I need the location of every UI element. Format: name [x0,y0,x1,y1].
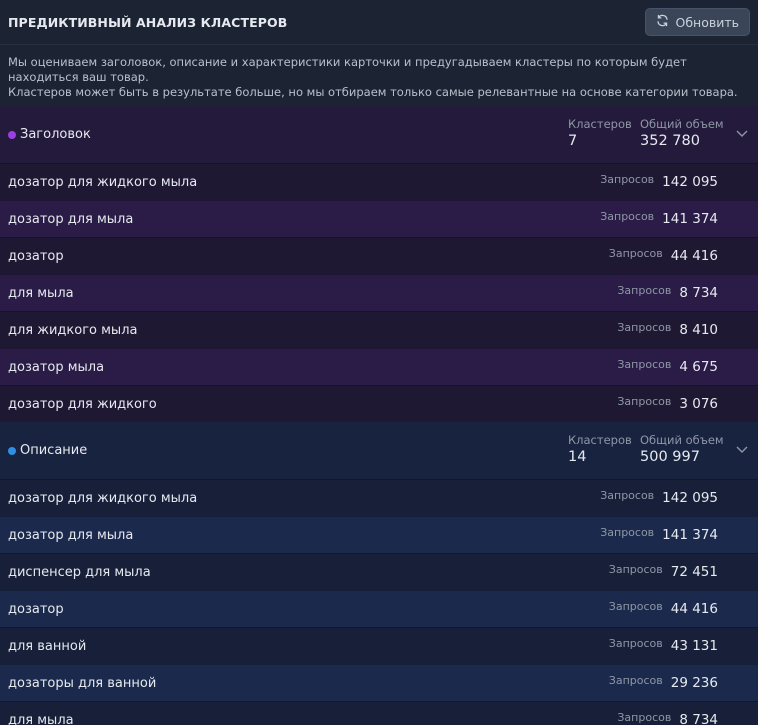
list-item: дозатор Запросов 44 416 [0,590,758,627]
list-item: дозатор для мыла Запросов 141 374 [0,516,758,553]
requests-value: 8 734 [679,285,718,301]
query-text: дозатор [8,248,64,264]
list-item: дозаторы для ванной Запросов 29 236 [0,664,758,701]
requests-value: 141 374 [662,527,718,543]
list-item: дозатор Запросов 44 416 [0,237,758,274]
query-text: дозатор для жидкого мыла [8,490,198,506]
query-text: дозатор для мыла [8,211,134,227]
requests-value: 142 095 [662,174,718,190]
clusters-label: Кластеров [568,433,632,447]
page-title: ПРЕДИКТИВНЫЙ АНАЛИЗ КЛАСТЕРОВ [8,14,288,30]
list-item: диспенсер для мыла Запросов 72 451 [0,553,758,590]
list-item: дозатор для жидкого мыла Запросов 142 095 [0,163,758,200]
query-text: для жидкого мыла [8,322,138,338]
requests-value: 4 675 [679,359,718,375]
requests-value: 44 416 [670,248,718,264]
query-text: дозаторы для ванной [8,675,157,691]
panel-header: ПРЕДИКТИВНЫЙ АНАЛИЗ КЛАСТЕРОВ Обновить [0,0,758,44]
chevron-down-icon[interactable] [736,444,748,454]
list-item: дозатор мыла Запросов 4 675 [0,348,758,385]
requests-label: Запросов [608,599,663,613]
requests-value: 141 374 [662,211,718,227]
requests-label: Запросов [617,710,672,724]
volume-value: 500 997 [640,449,700,465]
requests-label: Запросов [600,172,655,186]
requests-label: Запросов [600,525,655,539]
list-item: дозатор для мыла Запросов 141 374 [0,200,758,237]
group-name: Заголовок [20,127,91,142]
query-text: диспенсер для мыла [8,564,151,580]
refresh-label: Обновить [675,14,739,30]
query-text: для мыла [8,712,74,725]
group-header-title[interactable]: Заголовок Кластеров 7 Общий объем 352 78… [0,106,758,163]
volume-label: Общий объем [640,117,724,131]
clusters-stat: Кластеров 7 [568,117,632,149]
requests-label: Запросов [617,320,672,334]
requests-value: 29 236 [670,675,718,691]
volume-value: 352 780 [640,133,700,149]
query-text: для мыла [8,285,74,301]
requests-value: 44 416 [670,601,718,617]
clusters-count: 14 [568,449,587,465]
query-text: дозатор для мыла [8,527,134,543]
volume-stat: Общий объем 352 780 [640,117,724,149]
description: Мы оцениваем заголовок, описание и харак… [0,44,758,106]
query-text: дозатор для жидкого [8,396,157,412]
group-name: Описание [20,443,88,458]
requests-value: 8 410 [679,322,718,338]
query-text: дозатор мыла [8,359,105,375]
requests-value: 43 131 [670,638,718,654]
query-text: для ванной [8,638,87,654]
query-text: дозатор [8,601,64,617]
refresh-icon [656,14,669,30]
requests-label: Запросов [608,562,663,576]
refresh-button[interactable]: Обновить [645,8,750,36]
clusters-stat: Кластеров 14 [568,433,632,465]
chevron-down-icon[interactable] [736,128,748,138]
requests-label: Запросов [617,394,672,408]
list-item: дозатор для жидкого Запросов 3 076 [0,385,758,422]
list-item: для мыла Запросов 8 734 [0,274,758,311]
group-dot-icon [8,130,16,139]
query-text: дозатор для жидкого мыла [8,174,198,190]
requests-value: 3 076 [679,396,718,412]
group-header-description[interactable]: Описание Кластеров 14 Общий объем 500 99… [0,422,758,479]
list-item: для жидкого мыла Запросов 8 410 [0,311,758,348]
requests-label: Запросов [617,283,672,297]
description-line-2: Кластеров может быть в результате больше… [8,85,738,99]
requests-label: Запросов [600,209,655,223]
requests-label: Запросов [608,246,663,260]
requests-value: 8 734 [679,712,718,725]
clusters-label: Кластеров [568,117,632,131]
description-line-1: Мы оцениваем заголовок, описание и харак… [8,55,687,84]
requests-label: Запросов [600,488,655,502]
list-item: для мыла Запросов 8 734 [0,701,758,725]
list-item: дозатор для жидкого мыла Запросов 142 095 [0,479,758,516]
volume-label: Общий объем [640,433,724,447]
clusters-count: 7 [568,133,578,149]
volume-stat: Общий объем 500 997 [640,433,724,465]
requests-label: Запросов [608,636,663,650]
list-item: для ванной Запросов 43 131 [0,627,758,664]
requests-value: 142 095 [662,490,718,506]
requests-value: 72 451 [670,564,718,580]
group-dot-icon [8,446,16,455]
requests-label: Запросов [608,673,663,687]
requests-label: Запросов [617,357,672,371]
